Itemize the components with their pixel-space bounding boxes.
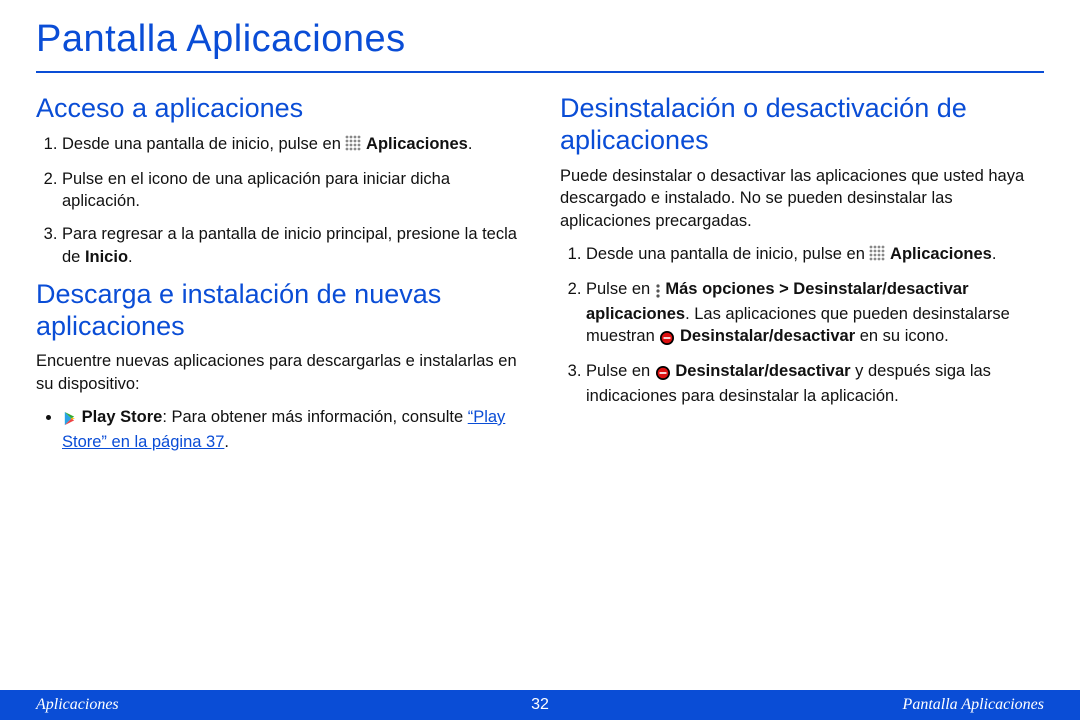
step-text: . [992, 245, 997, 263]
bullet-bold: Play Store [82, 408, 163, 426]
document-page: Pantalla Aplicaciones Acceso a aplicacio… [0, 0, 1080, 720]
bullet-list: Play Store: Para obtener más información… [36, 406, 520, 454]
content-columns: Acceso a aplicaciones Desde una pantalla… [36, 87, 1044, 690]
footer-right: Pantalla Aplicaciones [549, 696, 1044, 714]
uninstall-icon [659, 327, 675, 350]
list-item: Desde una pantalla de inicio, pulse en A… [586, 243, 1044, 268]
apps-grid-icon [345, 135, 361, 158]
step-text: . [468, 135, 473, 153]
step-bold: Desinstalar/desactivar [675, 362, 850, 380]
steps-acceso: Desde una pantalla de inicio, pulse en A… [36, 133, 520, 269]
step-text: Desde una pantalla de inicio, pulse en [586, 245, 869, 263]
footer-page-number: 32 [531, 696, 549, 714]
step-text: Pulse en [586, 280, 655, 298]
list-item: Pulse en el icono de una aplicación para… [62, 168, 520, 214]
apps-grid-icon [869, 245, 885, 268]
step-bold: Inicio [85, 248, 128, 266]
bullet-text: : Para obtener más información, consulte [162, 408, 467, 426]
step-text: Pulse en [586, 362, 655, 380]
step-bold: Desinstalar/desactivar [680, 327, 855, 345]
right-column: Desinstalación o desactivación de aplica… [560, 87, 1044, 690]
step-text: en su icono. [855, 327, 949, 345]
section-heading-desinstalacion: Desinstalación o desactivación de aplica… [560, 93, 1044, 157]
page-footer: Aplicaciones 32 Pantalla Aplicaciones [0, 690, 1080, 720]
more-options-icon [655, 280, 661, 303]
section-intro: Encuentre nuevas aplicaciones para desca… [36, 350, 520, 396]
steps-desinstalacion: Desde una pantalla de inicio, pulse en A… [560, 243, 1044, 408]
section-heading-descarga: Descarga e instalación de nuevas aplicac… [36, 279, 520, 343]
step-text: . [128, 248, 133, 266]
list-item: Pulse en Más opciones > Desinstalar/desa… [586, 278, 1044, 350]
section-heading-acceso: Acceso a aplicaciones [36, 93, 520, 125]
list-item: Play Store: Para obtener más información… [62, 406, 520, 454]
list-item: Desde una pantalla de inicio, pulse en A… [62, 133, 520, 158]
page-title: Pantalla Aplicaciones [36, 18, 1044, 61]
step-text: Desde una pantalla de inicio, pulse en [62, 135, 345, 153]
step-bold: Aplicaciones [366, 135, 468, 153]
playstore-icon [62, 408, 77, 431]
step-bold: Aplicaciones [890, 245, 992, 263]
left-column: Acceso a aplicaciones Desde una pantalla… [36, 87, 520, 690]
list-item: Para regresar a la pantalla de inicio pr… [62, 223, 520, 269]
list-item: Pulse en Desinstalar/desactivar y despué… [586, 360, 1044, 408]
bullet-text: . [224, 433, 229, 451]
title-rule [36, 71, 1044, 73]
uninstall-icon [655, 362, 671, 385]
footer-left: Aplicaciones [36, 696, 531, 714]
section-intro: Puede desinstalar o desactivar las aplic… [560, 165, 1044, 233]
